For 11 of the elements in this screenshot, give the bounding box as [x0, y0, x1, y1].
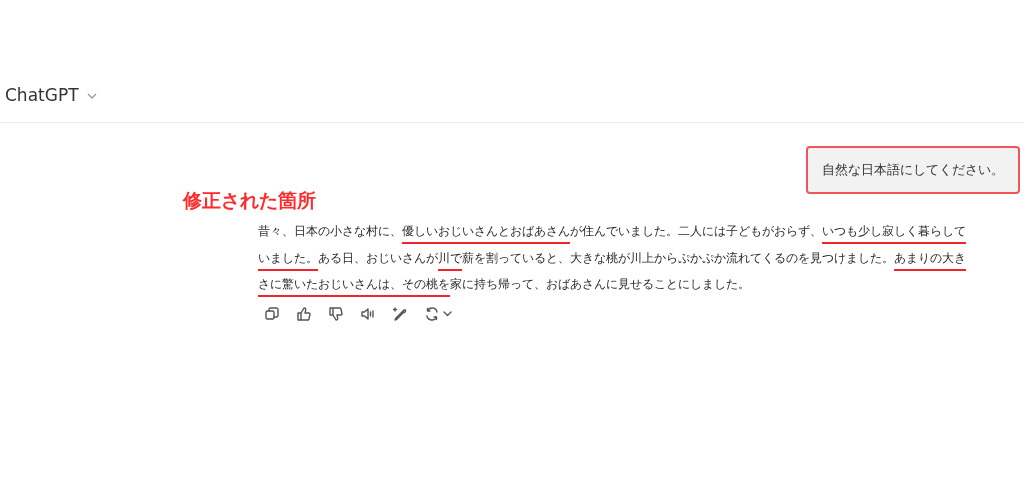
thumbs-up-icon[interactable]	[296, 305, 312, 322]
copy-icon[interactable]	[264, 305, 280, 322]
chevron-down-icon[interactable]	[443, 310, 452, 317]
annotation-label: 修正された箇所	[183, 187, 317, 213]
response-text: 昔々、日本の小さな村に、優しいおじいさんとおばあさんが住んでいました。二人には子どもがおらず、いつも少し寂しく暮らして いました。ある日、おじいさんが川で薪を割っていると、大きな桃が川上からぷかぷか流れてくるのを見つけました。あまりの大き さに驚いたおじいさんは、その桃を家に持ち帰って、おばあさんに見せることにしました。	[258, 218, 1024, 298]
edit-icon[interactable]	[392, 305, 408, 322]
regenerate-icon[interactable]	[424, 305, 440, 322]
speaker-icon[interactable]	[360, 305, 376, 322]
user-message: 自然な日本語にしてください。	[808, 148, 1018, 192]
thumbs-down-icon[interactable]	[328, 305, 344, 322]
app-title[interactable]: ChatGPT	[5, 82, 79, 108]
